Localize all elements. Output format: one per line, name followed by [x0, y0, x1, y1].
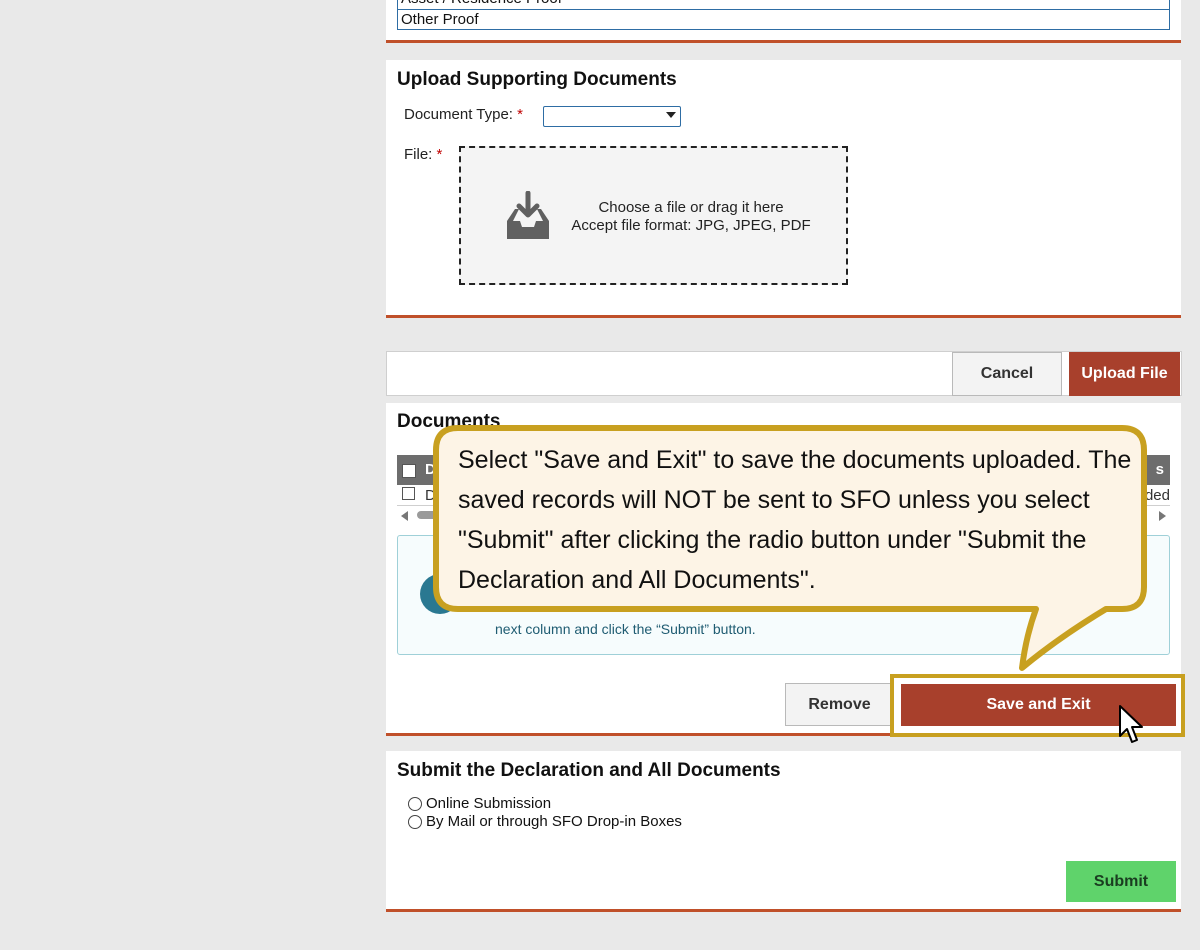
radio-mail-submission[interactable]: By Mail or through SFO Drop-in Boxes	[408, 813, 682, 830]
proof-list-item[interactable]: Asset / Residence Proof	[398, 0, 1169, 10]
chevron-down-icon	[666, 112, 676, 118]
scroll-right-arrow-icon[interactable]	[1159, 511, 1166, 521]
document-type-select[interactable]	[543, 106, 681, 127]
upload-file-button[interactable]: Upload File	[1069, 352, 1180, 396]
drop-zone-text: Choose a file or drag it here Accept fil…	[561, 199, 821, 235]
radio-button[interactable]	[408, 814, 422, 829]
submit-button[interactable]: Submit	[1066, 861, 1176, 902]
drop-zone-line-2: Accept file format: JPG, JPEG, PDF	[571, 217, 811, 234]
scroll-left-arrow-icon[interactable]	[401, 511, 408, 521]
required-mark: *	[517, 106, 523, 123]
submit-panel: Submit the Declaration and All Documents…	[386, 751, 1181, 912]
document-type-label: Document Type: *	[404, 106, 523, 123]
upload-panel: Upload Supporting Documents Document Typ…	[386, 60, 1181, 318]
callout-text: Select "Save and Exit" to save the docum…	[458, 446, 1132, 594]
upload-actions-bar	[386, 351, 1182, 396]
inbox-download-icon	[507, 191, 549, 239]
radio-button[interactable]	[408, 796, 422, 811]
header-last-col: s	[1155, 461, 1164, 478]
mouse-pointer-icon	[1119, 705, 1143, 743]
document-type-label-text: Document Type:	[404, 106, 513, 123]
radio-label: By Mail or through SFO Drop-in Boxes	[426, 813, 682, 830]
file-label-text: File:	[404, 146, 433, 163]
remove-button[interactable]: Remove	[785, 683, 894, 726]
upload-section-title: Upload Supporting Documents	[397, 69, 677, 90]
drop-zone-line-1: Choose a file or drag it here	[598, 199, 784, 216]
proof-list-panel: Asset / Residence Proof Other Proof	[386, 0, 1181, 43]
proof-list-box: Asset / Residence Proof Other Proof	[397, 0, 1170, 30]
radio-label: Online Submission	[426, 795, 552, 812]
file-drop-zone[interactable]: Choose a file or drag it here Accept fil…	[459, 146, 848, 285]
cancel-button[interactable]: Cancel	[952, 352, 1062, 396]
submit-section-title: Submit the Declaration and All Documents	[397, 760, 781, 781]
file-label: File: *	[404, 146, 442, 163]
select-all-checkbox[interactable]	[402, 464, 416, 478]
required-mark: *	[436, 146, 443, 163]
radio-online-submission[interactable]: Online Submission	[408, 795, 551, 812]
document-type-value	[544, 107, 548, 123]
row-checkbox[interactable]	[402, 487, 415, 500]
proof-list-item[interactable]: Other Proof	[398, 10, 1169, 29]
